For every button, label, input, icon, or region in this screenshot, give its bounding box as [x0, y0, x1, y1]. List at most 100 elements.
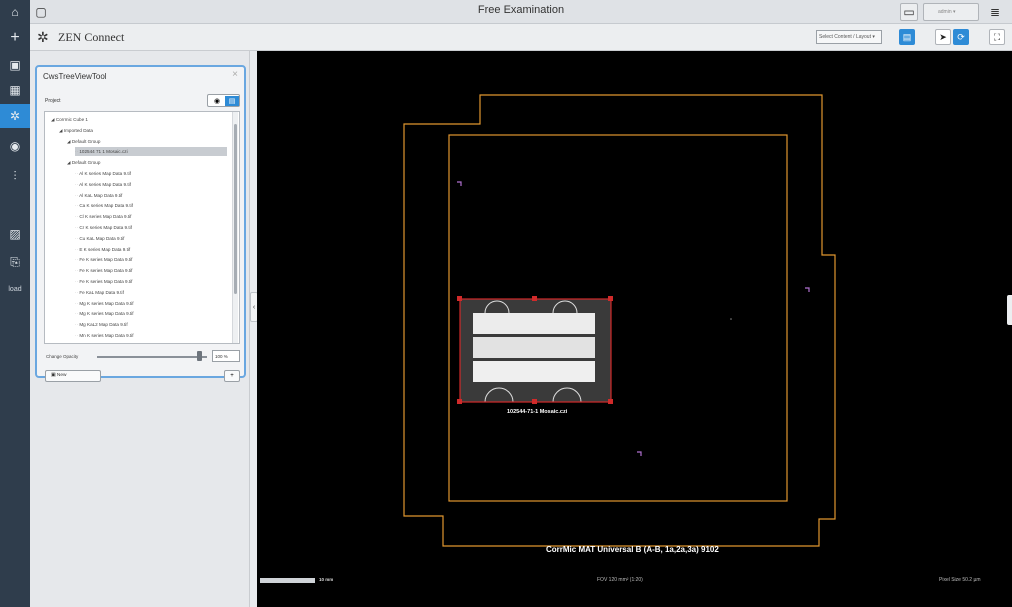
tree-item[interactable]: ·· Ca K series Map Data 9.tif	[75, 201, 227, 210]
load-item[interactable]: load	[2, 286, 28, 293]
layout-select[interactable]: Select Content / Layout ▾	[816, 30, 882, 44]
tree-item-label: Mn K series Map Data 9.tif	[79, 333, 134, 338]
tree-item-label: Cu KaL Map Data 9.tif	[79, 235, 125, 241]
project-tree[interactable]: ◢ Corrmic Cube 1 ◢ Imported Data ◢ Default…	[44, 111, 240, 344]
tree-item-label: Corrmic Cube 1	[55, 117, 88, 122]
sliders-icon[interactable]: ⫶	[0, 164, 30, 188]
tree-item[interactable]: ·· Fe K series Map Data 9.tif	[75, 277, 227, 286]
eye-icon[interactable]: ◉	[210, 96, 224, 106]
home-icon[interactable]: ⌂	[0, 0, 30, 24]
scale-bar	[260, 578, 315, 583]
fov-label: FOV 120 mm² (1:20)	[597, 577, 643, 583]
tree-item[interactable]: ·· Cr K series Map Data 9.tif	[75, 223, 227, 232]
tree-item-label: Fe K series Map Data 9.tif	[79, 257, 133, 263]
scale-label: 10 mm	[319, 577, 334, 582]
tree-item-label: Ca K series Map Data 9.tif	[79, 203, 133, 209]
tree-item[interactable]: ·· E K series Map Data 9.tif	[75, 245, 227, 254]
tree-item-label: Al K series Map Data 9.tif	[79, 171, 131, 176]
zen-connect-icon[interactable]: ✲	[0, 104, 30, 128]
roi-handle[interactable]	[532, 296, 537, 301]
tree-item[interactable]: ·· 102544 71 1 Mosaic.czi	[75, 147, 227, 157]
tree-item-label: Default Group	[71, 160, 101, 166]
canvas-overlay	[403, 94, 836, 547]
roi-handle[interactable]	[457, 399, 462, 404]
roi-handle[interactable]	[532, 399, 537, 404]
tree-item-label: Cl K series Map Data 9.tif	[79, 214, 132, 220]
tree-item-label: Imported Data	[63, 127, 93, 133]
menu-icon[interactable]: ≣	[986, 3, 1004, 21]
app-title: ZEN Connect	[58, 30, 125, 44]
new-button[interactable]: ▣ New	[45, 370, 101, 382]
tree-item-label: Mg KaL2 Map Data 9.tif	[79, 322, 128, 328]
roi-handle[interactable]	[608, 296, 613, 301]
tree-item[interactable]: ·· Mg K series Map Data 9.tif	[75, 299, 227, 308]
opacity-slider-thumb[interactable]	[197, 351, 203, 361]
chat-icon[interactable]: ▭	[900, 3, 918, 21]
document-icon[interactable]: ▣	[0, 53, 30, 77]
marker[interactable]	[457, 181, 462, 186]
fullscreen-button[interactable]: ⛶	[989, 29, 1005, 45]
tree-item-label: Al K series Map Data 9.tif	[79, 181, 131, 187]
opacity-label: Change Opacity	[46, 354, 79, 359]
tree-item-label: 102544 71 1 Mosaic.czi	[79, 149, 128, 155]
tree-item[interactable]: ·· Fe K series Map Data 9.tif	[75, 255, 227, 264]
tree-item[interactable]: ·· Fe K series Map Data 9.tif	[75, 266, 227, 275]
grid-icon[interactable]: ▦	[0, 78, 30, 102]
close-icon[interactable]: ×	[232, 69, 238, 80]
window-title: Free Examination	[477, 4, 565, 16]
mosaic-image[interactable]	[460, 299, 611, 403]
list-icon[interactable]: ▤	[225, 96, 239, 106]
tree-item[interactable]: ◢ Default Group	[67, 158, 227, 167]
left-rail: ⌂ + ▣ ▦ ✲ ◉ ⫶ ▨ ⎘ load	[0, 0, 30, 607]
tree-item-label: Al KaL Map Data 9.tif	[79, 192, 123, 198]
right-panel-handle[interactable]	[1007, 295, 1012, 325]
roi-handle[interactable]	[608, 399, 613, 404]
opacity-value-input[interactable]: 100 %	[212, 350, 240, 362]
layers-toggle-button[interactable]: ▤	[899, 29, 915, 45]
title-bar: ▢ Free Examination ▭ admin ▾ ≣	[30, 0, 1012, 24]
tree-item-label: Fe K series Map Data 9.tif	[79, 268, 133, 274]
pixel-size-label: Pixel Size 50.2 µm	[939, 577, 981, 583]
rotate-tool-button[interactable]: ⟳	[953, 29, 969, 45]
project-label: Project	[45, 98, 61, 104]
tree-item[interactable]: ◢ Imported Data	[59, 126, 227, 135]
tree-item[interactable]: ·· Fe KaL Map Data 9.tif	[75, 288, 227, 297]
image-canvas[interactable]: 102544-71-1 Mosaic.czi CorrMic MAT Unive…	[257, 51, 1012, 607]
mosaic-label: 102544-71-1 Mosaic.czi	[507, 409, 568, 415]
zen-connect-logo-icon: ✲	[37, 29, 49, 45]
roi-handle[interactable]	[457, 296, 462, 301]
camera-icon[interactable]: ◉	[0, 134, 30, 158]
marker[interactable]	[637, 451, 642, 456]
tree-item-label: Cr K series Map Data 9.tif	[79, 225, 132, 230]
tree-item-label: Default Group	[71, 138, 101, 144]
opacity-slider[interactable]	[97, 356, 207, 358]
marker[interactable]	[805, 287, 810, 292]
tree-item[interactable]: ·· Cu KaL Map Data 9.tif	[75, 234, 227, 243]
tree-item[interactable]: ·· Al KaL Map Data 9.tif	[75, 191, 227, 200]
tree-item[interactable]: ·· Mn K series Map Data 9.tif	[75, 331, 227, 340]
project-actions: ◉ ▤	[207, 94, 240, 107]
tree-item[interactable]: ·· Al K series Map Data 9.tif	[75, 180, 227, 189]
tree-item[interactable]: ·· Cl K series Map Data 9.tif	[75, 212, 227, 221]
tree-scroll-thumb[interactable]	[234, 124, 237, 294]
pointer-tool-button[interactable]: ➤	[935, 29, 951, 45]
export-icon[interactable]: ⎘	[0, 250, 30, 274]
tree-item-label: Fe K series Map Data 9.tif	[79, 279, 133, 284]
tree-item[interactable]: ◢ Corrmic Cube 1	[51, 115, 227, 124]
tree-item[interactable]: ◢ Default Group	[67, 137, 227, 146]
left-panel: CwsTreeViewTool × Project ◉ ▤ ◢ Corrmic …	[30, 51, 250, 607]
point-marker	[730, 318, 732, 320]
tool-title: CwsTreeViewTool	[43, 72, 107, 81]
sample-holder-label: CorrMic MAT Universal B (A-B, 1a,2a,3a) …	[546, 545, 719, 554]
add-icon[interactable]: +	[0, 26, 30, 50]
add-dropdown-button[interactable]: +	[224, 370, 240, 382]
tree-item-label: Fe KaL Map Data 9.tif	[79, 289, 124, 295]
tree-item-label: Mg K series Map Data 9.tif	[79, 311, 134, 317]
tree-item[interactable]: ·· Mg KaL2 Map Data 9.tif	[75, 320, 227, 329]
user-menu[interactable]: admin ▾	[923, 3, 979, 21]
app-root: ⌂ + ▣ ▦ ✲ ◉ ⫶ ▨ ⎘ load ▢ Free Examinatio…	[0, 0, 1012, 607]
tree-item[interactable]: ·· Mg K series Map Data 9.tif	[75, 309, 227, 318]
tree-scrollbar[interactable]	[232, 112, 238, 343]
image-icon[interactable]: ▨	[0, 222, 30, 246]
tree-item[interactable]: ·· Al K series Map Data 9.tif	[75, 169, 227, 178]
